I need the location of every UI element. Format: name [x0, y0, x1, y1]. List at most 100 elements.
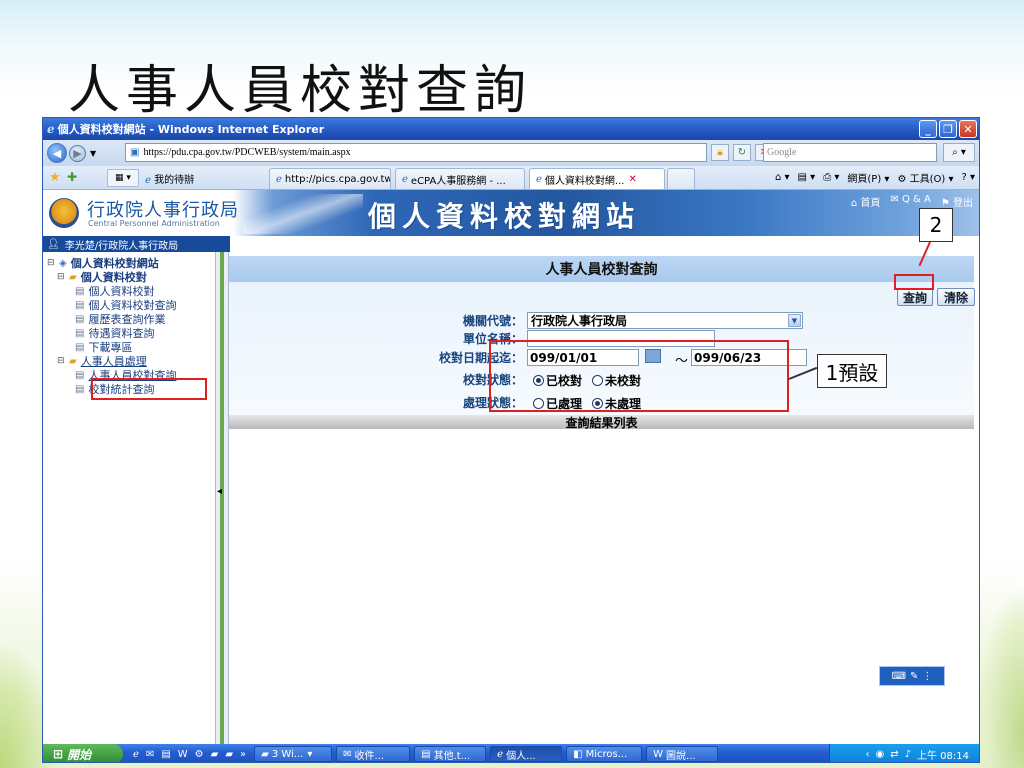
tab-ecpa[interactable]: ℯ eCPA人事服務網 - ... [395, 168, 525, 189]
search-placeholder: Google [767, 147, 797, 158]
tree-group-personal-data[interactable]: ⊟ ▰ 個人資料校對 [57, 270, 147, 284]
favorites-star-icon[interactable]: ★ [49, 170, 61, 185]
start-button[interactable]: ⊞ 開始 [43, 744, 123, 762]
logout-link[interactable]: ⚑ 登出 [941, 194, 973, 209]
tree-item[interactable]: ▤ 待遇資料查詢 [75, 326, 154, 340]
taskbar-item-label: Micros... [585, 748, 628, 760]
home-icon[interactable]: ⌂ ▾ [775, 172, 790, 183]
taskbar-item-label: 個人... [506, 750, 536, 762]
collapse-icon[interactable]: ⊟ [57, 356, 67, 366]
query-button[interactable]: 查詢 [897, 288, 933, 306]
document-icon: ▤ [75, 383, 85, 395]
banner-decoration [243, 194, 363, 234]
window-titlebar[interactable]: ℯ 個人資料校對網站 - Windows Internet Explorer _… [43, 118, 979, 140]
default-values-highlight-box [489, 340, 789, 412]
result-list-header: 查詢結果列表 [229, 415, 974, 430]
pen-icon[interactable]: ✎ [910, 671, 918, 682]
pane-splitter[interactable]: ◂ [215, 252, 229, 744]
taskbar-item-label: 收件... [354, 750, 385, 762]
ie-launch-icon[interactable]: ℯ [133, 749, 139, 760]
taskbar-item[interactable]: ✉ 收件... [336, 746, 411, 762]
tray-arrow-icon[interactable]: ‹ [865, 749, 869, 760]
tools-menu[interactable]: ⚙ 工具(O) ▾ [897, 170, 953, 185]
ime-toolbar[interactable]: ⌨ ✎ ⋮ [879, 666, 945, 686]
folder-icon: ▰ [261, 748, 269, 760]
document-icon: ▤ [75, 327, 85, 339]
agency-select[interactable]: 行政院人事行政局 ▼ [527, 312, 803, 329]
tree-item[interactable]: ▤ 履歷表查詢作業 [75, 312, 165, 326]
history-dropdown-icon[interactable]: ▼ [90, 149, 96, 158]
folder-launch-icon[interactable]: ▰ [211, 749, 219, 760]
taskbar-item-active[interactable]: ℯ 個人... [490, 746, 563, 762]
tree-item[interactable]: ▤ 個人資料校對查詢 [75, 298, 176, 312]
close-window-button[interactable]: ✕ [959, 120, 977, 138]
help-icon[interactable]: ? ▾ [961, 172, 975, 183]
top-links: ⌂ 首頁 ✉ Q & A ⚑ 登出 [851, 194, 973, 209]
user-icon: 👤︎ [47, 238, 60, 250]
command-bar: ⌂ ▾ ▤ ▾ ⎙ ▾ 網頁(P) ▾ ⚙ 工具(O) ▾ ? ▾ [775, 170, 975, 185]
close-tab-icon[interactable]: ✕ [628, 174, 636, 185]
document-icon: ▤ [75, 313, 85, 325]
qa-link[interactable]: ✉ Q & A [890, 194, 930, 209]
home-link[interactable]: ⌂ 首頁 [851, 194, 881, 209]
chevron-down-icon[interactable]: ▼ [788, 314, 801, 327]
document-icon: ▤ [75, 369, 85, 381]
notepad-launch-icon[interactable]: ▤ [161, 749, 170, 760]
tab-bar: ★ ✚ ▦ ▾ ℯ 我的待辦 ℯ http://pics.cpa.gov.tw.… [43, 166, 979, 190]
ie-tab-icon: ℯ [276, 173, 282, 185]
tree-root[interactable]: ⊟ ◈ 個人資料校對網站 [47, 256, 159, 270]
taskbar-item[interactable]: ▰ 3 Wi... ▾ [254, 746, 333, 762]
taskbar-item[interactable]: ▤ 其他.t... [414, 746, 487, 762]
window-title: 個人資料校對網站 - Windows Internet Explorer [57, 123, 325, 136]
print-icon[interactable]: ⎙ ▾ [823, 172, 839, 183]
collapse-icon[interactable]: ⊟ [47, 258, 57, 268]
clear-button[interactable]: 清除 [937, 288, 975, 306]
lock-icon[interactable]: 🔒︎ [711, 144, 729, 161]
keyboard-icon[interactable]: ⌨ [892, 671, 906, 682]
tab-active-personal-data[interactable]: ℯ 個人資料校對網... ✕ [529, 168, 665, 189]
tray-network-icon[interactable]: ⇄ [890, 749, 898, 760]
restore-button[interactable]: ❐ [939, 120, 957, 138]
word-launch-icon[interactable]: W [178, 749, 188, 760]
taskbar-item-label: 圖說... [666, 750, 696, 762]
tree-item[interactable]: ▤ 下載專區 [75, 340, 132, 354]
tray-app-icon[interactable]: ◉ [875, 749, 884, 760]
site-name: 個人資料校對網站 [368, 200, 641, 233]
forward-button[interactable]: ▶ [69, 144, 86, 162]
back-button[interactable]: ◀ [47, 143, 67, 163]
taskbar-item[interactable]: ◧ Micros... [566, 746, 643, 762]
page-menu[interactable]: 網頁(P) ▾ [847, 170, 889, 185]
tree-item[interactable]: ▤ 個人資料校對 [75, 284, 154, 298]
ime-menu-icon[interactable]: ⋮ [922, 671, 932, 682]
clock[interactable]: 上午 08:14 [917, 747, 969, 762]
add-favorite-icon[interactable]: ✚ [67, 170, 77, 184]
outlook-launch-icon[interactable]: ✉ [146, 749, 154, 760]
new-tab-button[interactable] [667, 168, 695, 189]
tab-label: eCPA人事服務網 - ... [410, 175, 506, 187]
refresh-icon[interactable]: ↻ [733, 144, 751, 161]
url-text: https://pdu.cpa.gov.tw/PDCWEB/system/mai… [143, 147, 351, 158]
folder2-launch-icon[interactable]: ▰ [225, 749, 233, 760]
favorite-link[interactable]: ℯ 我的待辦 [145, 171, 194, 186]
agency-code-label: 機關代號： [462, 314, 523, 328]
windows-logo-icon: ⊞ [53, 747, 64, 761]
url-input[interactable]: ▣ https://pdu.cpa.gov.tw/PDCWEB/system/m… [125, 143, 707, 162]
tab-pics[interactable]: ℯ http://pics.cpa.gov.tw... [269, 168, 391, 189]
collapse-pane-icon[interactable]: ◂ [217, 486, 222, 497]
folder-icon: ▰ [69, 271, 77, 283]
slide-title: 人事人員校對查詢 [68, 61, 533, 121]
taskbar-item[interactable]: W 圖說... [646, 746, 719, 762]
quick-tabs-button[interactable]: ▦ ▾ [107, 169, 139, 187]
more-launch-icon[interactable]: » [240, 749, 246, 760]
tree-group-personnel[interactable]: ⊟ ▰ 人事人員處理 [57, 354, 147, 368]
search-input[interactable]: Google [763, 143, 937, 162]
callout-2: 2 [919, 208, 953, 242]
collapse-icon[interactable]: ⊟ [57, 272, 67, 282]
minimize-button[interactable]: _ [919, 120, 937, 138]
feeds-icon[interactable]: ▤ ▾ [798, 172, 816, 183]
user-name: 李光楚/行政院人事行政局 [64, 240, 179, 252]
search-button[interactable]: ⌕ ▾ [943, 143, 975, 162]
tray-volume-icon[interactable]: ♪ [905, 749, 911, 760]
main-content: 人事人員校對查詢 查詢 清除 機關代號： 行政院人事行政局 ▼ 單位名稱： 校對… [229, 208, 979, 744]
network-launch-icon[interactable]: ⚙ [195, 749, 204, 760]
